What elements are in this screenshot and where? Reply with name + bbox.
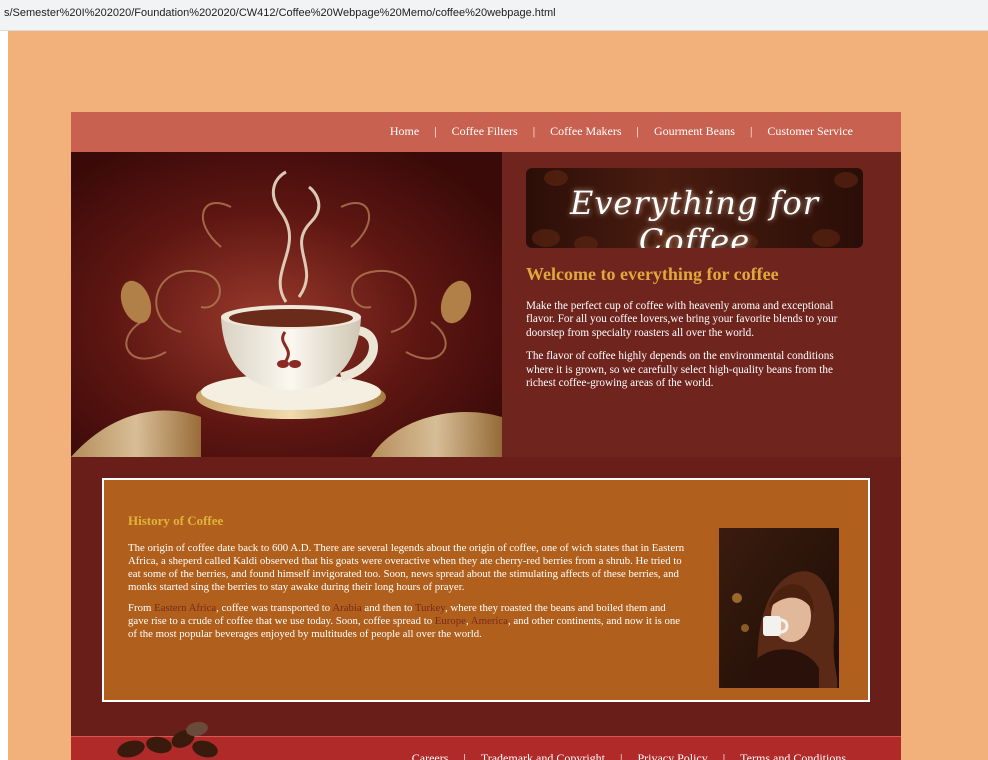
history-text: The origin of coffee date back to 600 A.… [128,542,686,649]
woman-drinking-coffee-photo [719,528,839,688]
coffee-cup-illustration [71,152,502,457]
nav-coffee-filters-link[interactable]: Coffee Filters [452,124,518,139]
welcome-text: Make the perfect cup of coffee with heav… [526,300,861,401]
history-text-segment: From [128,601,155,614]
banner-title: Everything for Coffee [569,184,820,248]
everything-for-coffee-banner: Everything for Coffee [526,168,863,248]
coffee-beans-decoration [117,721,218,758]
link-eastern-africa[interactable]: Eastern Africa [154,602,216,614]
nav-separator: | [532,124,536,138]
link-arabia[interactable]: Arabia [332,602,361,614]
history-text-segment: and then to [361,601,415,614]
footer-privacy-link[interactable]: Privacy Policy [637,751,707,760]
browser-address-bar[interactable]: s/Semester%20I%202020/Foundation%202020/… [0,0,988,31]
history-text-segment: , coffee was transported to [216,601,333,614]
footer-careers-link[interactable]: Careers [412,751,449,760]
footer-terms-link[interactable]: Terms and Conditions [740,751,846,760]
nav-separator: | [636,124,639,138]
nav-gourment-beans-link[interactable]: Gourment Beans [654,124,735,139]
welcome-paragraph-1: Make the perfect cup of coffee with heav… [526,300,838,339]
url-text: s/Semester%20I%202020/Foundation%202020/… [4,7,556,19]
history-section: History of Coffee The origin of coffee d… [102,478,870,702]
footer-separator: | [463,751,466,760]
welcome-paragraph-2: The flavor of coffee highly depends on t… [526,350,834,390]
welcome-heading: Welcome to everything for coffee [526,264,779,284]
footer-separator: | [722,751,726,760]
footer-bar: Careers | Trademark and Copyright | Priv… [71,721,901,760]
top-navigation: Home | Coffee Filters | Coffee Makers | … [71,112,901,152]
history-paragraph-2: From Eastern Africa, coffee was transpor… [128,602,686,641]
nav-home-link[interactable]: Home [390,124,419,139]
footer-separator: | [620,751,623,760]
nav-coffee-makers-link[interactable]: Coffee Makers [550,124,621,139]
footer-trademark-link[interactable]: Trademark and Copyright [481,751,605,760]
nav-customer-service-link[interactable]: Customer Service [767,124,853,139]
page-edge [0,31,8,760]
nav-separator: | [749,124,753,138]
nav-separator: | [434,124,437,138]
link-america[interactable]: America [471,615,508,627]
history-heading: History of Coffee [128,513,224,528]
page-container: Home | Coffee Filters | Coffee Makers | … [71,112,901,760]
history-paragraph-1: The origin of coffee date back to 600 A.… [128,542,685,593]
link-europe[interactable]: Europe [435,615,466,627]
hero-section: Everything for Coffee Welcome to everyth… [71,152,901,457]
link-turkey[interactable]: Turkey [415,602,445,614]
